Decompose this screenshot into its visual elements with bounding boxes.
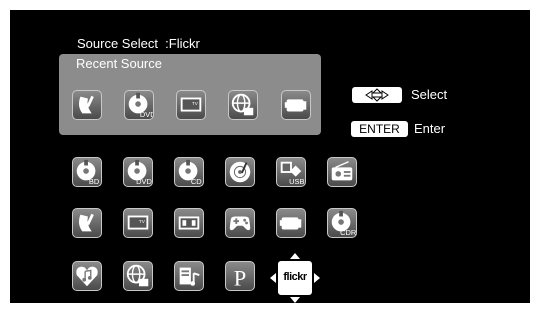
recent-tv-label: TV	[192, 101, 199, 106]
recent-internet-globe-icon[interactable]	[228, 90, 258, 120]
music-server-icon[interactable]	[174, 261, 204, 291]
usb-label: USB	[289, 177, 304, 186]
right-arrow-icon	[314, 273, 320, 283]
satellite-dish-icon[interactable]	[72, 208, 102, 238]
cdr-disc-icon[interactable]: CDR	[327, 208, 357, 238]
cdr-label: CDR	[340, 228, 356, 237]
tv-icon[interactable]: TV	[123, 208, 153, 238]
vcr-icon[interactable]	[174, 208, 204, 238]
radio-icon[interactable]	[327, 157, 357, 187]
recent-source-title: Recent Source	[76, 56, 162, 71]
flickr-label: flickr	[283, 271, 307, 283]
pandora-label: P	[234, 265, 246, 290]
recent-satellite-dish-icon[interactable]	[72, 90, 102, 120]
enter-hint-label: Enter	[414, 121, 446, 136]
up-arrow-icon	[290, 253, 300, 259]
page-title: Source Select :Flickr	[77, 36, 200, 51]
usb-icon[interactable]: USB	[276, 157, 306, 187]
music-heart-icon[interactable]	[72, 261, 102, 291]
down-arrow-icon	[290, 297, 300, 303]
source-select-screen: Source Select :Flickr Recent Source Sele…	[10, 10, 530, 303]
tv-label: TV	[139, 219, 146, 224]
camcorder-icon[interactable]	[276, 208, 306, 238]
internet-globe-icon[interactable]	[123, 261, 153, 291]
recent-dvd-icon[interactable]: DVD	[124, 90, 154, 120]
direction-keys-icon	[352, 87, 402, 103]
pandora-icon[interactable]: P	[225, 261, 255, 291]
left-arrow-icon	[270, 273, 276, 283]
recent-tv-icon[interactable]: TV	[176, 90, 206, 120]
recent-camcorder-icon[interactable]	[281, 90, 311, 120]
enter-key-icon: ENTER	[351, 121, 408, 137]
dvd-label: DVD	[136, 177, 152, 186]
game-controller-icon[interactable]	[225, 208, 255, 238]
bd-disc-icon[interactable]: BD	[72, 157, 102, 187]
cd-label: CD	[191, 177, 202, 186]
turntable-icon[interactable]	[225, 157, 255, 187]
select-hint-label: Select	[411, 87, 448, 102]
dvd-icon[interactable]: DVD	[123, 157, 153, 187]
flickr-icon[interactable]: flickr	[278, 261, 312, 295]
recent-dvd-label: DVD	[140, 110, 153, 119]
bd-label: BD	[89, 177, 100, 186]
cd-icon[interactable]: CD	[174, 157, 204, 187]
